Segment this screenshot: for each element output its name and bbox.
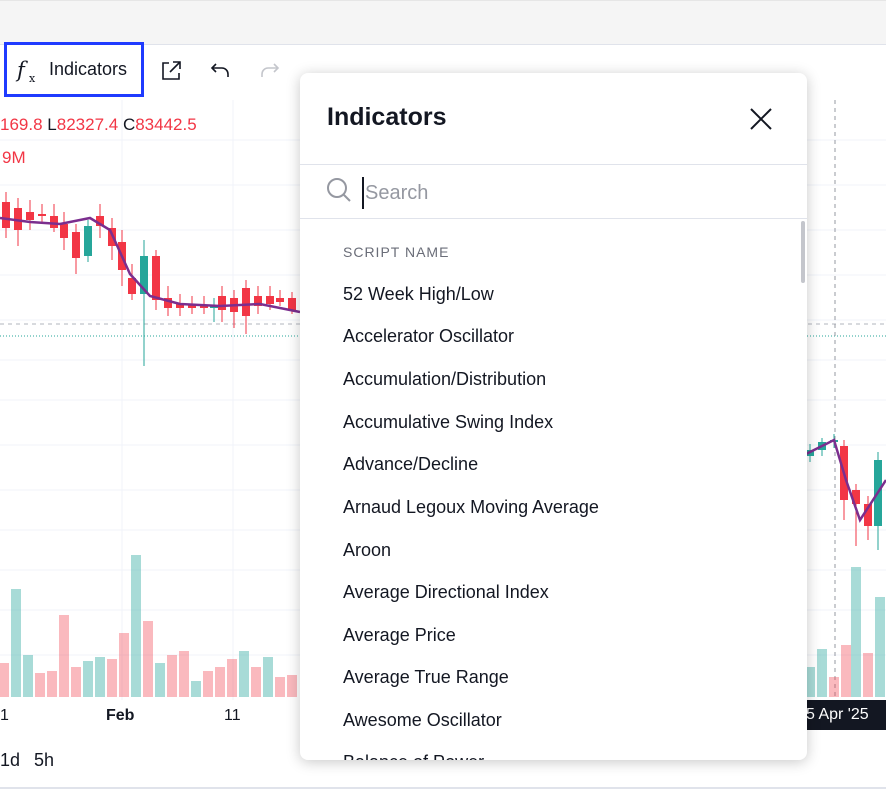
candle-body (60, 224, 68, 238)
volume-bar (191, 681, 201, 697)
volume-bar (155, 663, 165, 697)
candle-body (2, 202, 10, 228)
candle-body (84, 226, 92, 256)
volume-bar (875, 597, 885, 697)
candle-body (288, 298, 296, 310)
undo-icon[interactable] (207, 58, 233, 84)
interval-bar: 1d 5h (0, 750, 68, 771)
candle-body (218, 296, 226, 310)
redo-icon[interactable] (257, 58, 283, 84)
list-item[interactable]: Aroon (343, 540, 391, 561)
indicators-button-label: Indicators (49, 59, 128, 79)
list-item[interactable]: Awesome Oscillator (343, 710, 502, 731)
volume-bar (83, 661, 93, 697)
interval-5h[interactable]: 5h (34, 750, 54, 770)
candle-body (152, 256, 160, 300)
volume-bar (179, 651, 189, 697)
volume-bar (167, 655, 177, 697)
volume-bar (0, 663, 9, 697)
list-item[interactable]: Balance of Power (343, 752, 484, 760)
volume-bar (35, 673, 45, 697)
bottom-border (0, 787, 886, 789)
time-label-11: 11 (224, 707, 241, 724)
list-item[interactable]: Arnaud Legoux Moving Average (343, 497, 599, 518)
candle-body (72, 232, 80, 258)
volume-bar (227, 659, 237, 697)
volume-bar (863, 653, 873, 697)
volume-bar (131, 555, 141, 697)
volume-bar (119, 633, 129, 697)
volume-bar (275, 677, 285, 697)
fx-icon: fx (17, 57, 36, 85)
dialog-title: Indicators (327, 103, 447, 131)
candle-body (26, 212, 34, 220)
list-item[interactable]: Average True Range (343, 667, 509, 688)
volume-bar (203, 671, 213, 697)
candle-body (38, 214, 46, 216)
section-header: SCRIPT NAME (343, 244, 450, 260)
indicators-button[interactable]: fx Indicators (4, 42, 144, 97)
volume-bar (239, 651, 249, 697)
volume-bar (95, 657, 105, 697)
list-scrollbar[interactable] (801, 221, 805, 283)
list-item[interactable]: Advance/Decline (343, 454, 478, 475)
close-icon[interactable] (747, 105, 775, 133)
volume-bar (287, 675, 297, 697)
volume-bar (59, 615, 69, 697)
volume-bar (143, 621, 153, 697)
list-item[interactable]: Accumulative Swing Index (343, 412, 553, 433)
list-item[interactable]: Average Directional Index (343, 582, 549, 603)
list-item[interactable]: 52 Week High/Low (343, 284, 494, 305)
volume-bar (251, 667, 261, 697)
search-input[interactable] (362, 177, 767, 209)
volume-bar (841, 645, 851, 697)
indicator-list[interactable]: SCRIPT NAME 52 Week High/Low Accelerator… (300, 219, 807, 760)
volume-bar (851, 567, 861, 697)
indicators-dialog: Indicators SCRIPT NAME 52 Week High/Low … (300, 73, 807, 760)
volume-bar (71, 667, 81, 697)
time-label-1: 1 (0, 707, 9, 724)
list-item[interactable]: Accumulation/Distribution (343, 369, 546, 390)
dialog-divider (300, 164, 807, 165)
volume-bar (23, 655, 33, 697)
candle-body (50, 216, 58, 228)
open-external-icon[interactable] (158, 58, 184, 84)
volume-bar (817, 649, 827, 697)
time-label-feb: Feb (106, 707, 135, 724)
candle-body (266, 296, 274, 304)
top-bar (0, 0, 886, 45)
volume-bar (47, 671, 57, 697)
candle-body (276, 298, 284, 302)
list-item[interactable]: Accelerator Oscillator (343, 326, 514, 347)
volume-bar (215, 667, 225, 697)
volume-bar (263, 657, 273, 697)
volume-bar (11, 589, 21, 697)
crosshair-date-badge: 5 Apr '25 (806, 700, 886, 730)
candle-body (242, 288, 250, 316)
list-item[interactable]: Average Price (343, 625, 456, 646)
volume-bar (829, 677, 839, 697)
interval-1d[interactable]: 1d (0, 750, 20, 770)
volume-bar (107, 659, 117, 697)
search-icon (326, 177, 352, 203)
